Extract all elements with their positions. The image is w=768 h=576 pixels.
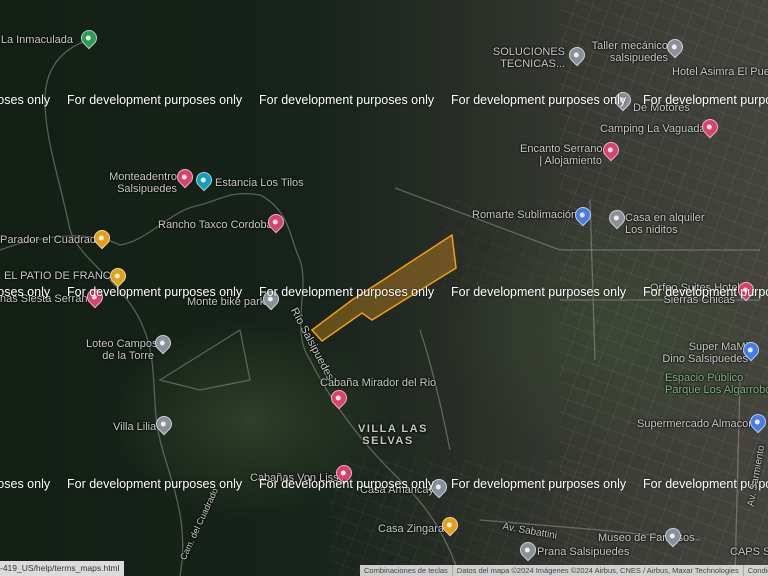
place-label[interactable]: Cabaña Mirador del Rio <box>320 377 436 389</box>
development-watermark: For development purposes only <box>0 477 51 491</box>
place-label[interactable]: Supermercado Almacor <box>637 418 752 430</box>
keyboard-shortcuts-link[interactable]: Combinaciones de teclas <box>360 565 453 576</box>
place-label[interactable]: Taller mecánico salsipuedes <box>590 40 668 64</box>
development-watermark: For development purposes only <box>67 93 243 107</box>
development-watermark: For development purposes only <box>259 285 435 299</box>
place-label[interactable]: VILLA LAS SELVAS <box>358 423 426 447</box>
development-watermark: For development purposes only <box>67 285 243 299</box>
place-label[interactable]: Casa en alquiler Los niditos <box>625 212 705 236</box>
development-watermark: For development purposes only <box>259 477 435 491</box>
development-watermark: For development purposes only <box>451 285 627 299</box>
development-watermark: For development purposes only <box>451 477 627 491</box>
development-watermark: For development purposes only <box>0 93 51 107</box>
place-label[interactable]: Espacio Público Parque Los Algarrobos <box>665 372 768 396</box>
terms-conditions-link[interactable]: Condic <box>744 565 768 576</box>
place-label[interactable]: Casa Zingara <box>378 523 444 535</box>
map-data-attribution: Datos del mapa ©2024 Imágenes ©2024 Airb… <box>453 565 744 576</box>
place-label[interactable]: Encanto Serrano | Alojamiento <box>520 143 603 167</box>
place-label[interactable]: Romarte Sublimación <box>472 209 577 221</box>
attribution-bar: Combinaciones de teclas Datos del mapa ©… <box>360 565 768 576</box>
place-label[interactable]: Estancia Los Tilos <box>215 177 304 189</box>
development-watermark: For development purposes only <box>643 93 768 107</box>
place-label[interactable]: Loteo Campos de la Torre <box>86 338 158 362</box>
place-label[interactable]: EL PATIO DE FRANCO <box>4 270 119 282</box>
place-label[interactable]: La Inmaculada <box>0 34 73 46</box>
place-label[interactable]: Super MaMi Dino Salsipuedes <box>660 341 748 365</box>
place-label[interactable]: CAPS S <box>730 546 768 558</box>
development-watermark: For development purposes only <box>0 285 51 299</box>
place-label[interactable]: SOLUCIONES TECNICAS... <box>480 46 565 70</box>
development-watermark: For development purposes only <box>643 285 768 299</box>
development-watermark: For development purposes only <box>451 93 627 107</box>
place-label[interactable]: Prana Salsipuedes <box>537 546 629 558</box>
place-label[interactable]: Rancho Taxco Cordoba <box>158 219 273 231</box>
place-label[interactable]: Hotel Asimra El Pueblo <box>672 66 768 78</box>
terms-link[interactable]: -419_US/help/terms_maps.html <box>0 561 124 576</box>
place-label[interactable]: Parador el Cuadrado <box>0 234 102 246</box>
place-label[interactable]: Camping La Vaguada <box>600 123 706 135</box>
satellite-map[interactable]: La Inmaculada SOLUCIONES TECNICAS... Talle… <box>0 0 768 576</box>
place-label[interactable]: Villa Lilia <box>113 421 156 433</box>
place-label[interactable]: Monteadentro Salsipuedes <box>100 171 177 195</box>
development-watermark: For development purposes only <box>259 93 435 107</box>
